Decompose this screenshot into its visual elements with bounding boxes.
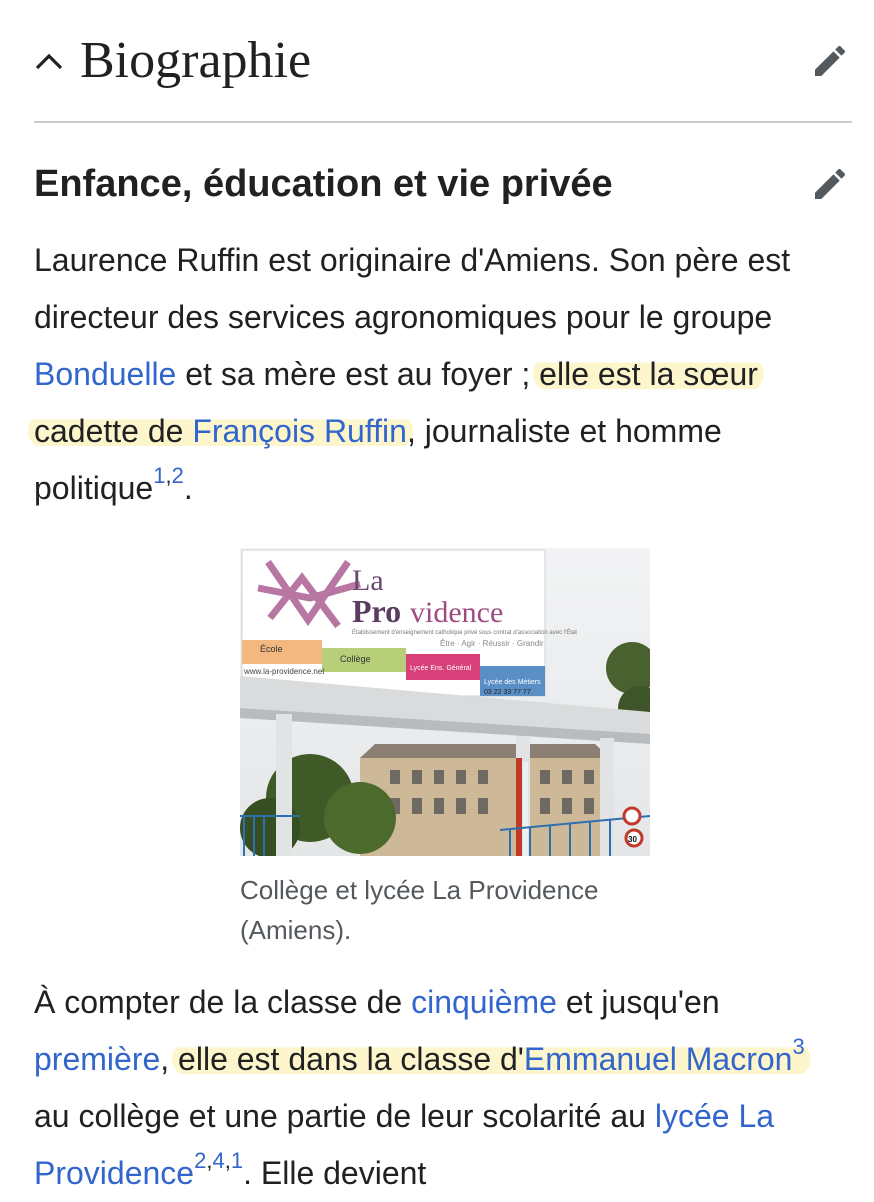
sign-website: www.la-providence.net [243,667,325,676]
school-photo[interactable]: La Pro vidence Établissement d'enseignem… [240,548,650,856]
sign-brand-vidence: vidence [410,596,503,629]
subsection-title: Enfance, éducation et vie privée [34,162,613,205]
sign-tagline: Établissement d'enseignement catholique … [352,629,577,636]
subsection-header: Enfance, éducation et vie privée [34,158,852,210]
sign-college: Collège [340,654,371,664]
reference-link[interactable]: 2 [172,463,184,488]
section-divider [34,121,852,123]
reference-group: 2,4,1 [194,1148,243,1173]
sign-ecole: École [260,644,283,654]
reference-link[interactable]: 1 [153,463,165,488]
paragraph-school: À compter de la classe de cinquième et j… [34,974,846,1202]
sign-lycee-general: Lycée Ens. Général [410,665,472,672]
link-cinquieme[interactable]: cinquième [411,984,557,1020]
section-header[interactable]: Biographie [34,22,852,100]
reference-group: 3 [792,1034,804,1059]
highlighted-text: elle est dans la classe d'Emmanuel Macro… [172,1036,811,1077]
text-run: au collège et une partie de leur scolari… [34,1098,655,1134]
section-title: Biographie [80,32,312,89]
reference-link[interactable]: 2 [194,1148,206,1173]
pencil-icon[interactable] [808,39,852,83]
paragraph-childhood: Laurence Ruffin est originaire d'Amiens.… [28,232,846,517]
text-run: . [183,470,193,506]
sign-phone: 03 22 33 77 77 [484,689,531,696]
text-run: et jusqu'en [556,984,720,1020]
text-run: À compter de la classe de [34,984,412,1020]
reference-group: 1,2 [153,463,184,488]
sign-motto: Être · Agir · Réussir · Grandir [440,639,544,648]
text-run: . Elle devient [243,1155,427,1191]
figure-caption: Collège et lycée La Providence (Amiens). [240,875,599,945]
chevron-up-icon[interactable] [34,41,70,81]
reference-link[interactable]: 3 [792,1034,804,1059]
reference-link[interactable]: 4 [212,1148,224,1173]
speed-sign: 30 [628,835,637,844]
link-francois-ruffin[interactable]: François Ruffin [192,413,407,449]
link-emmanuel-macron[interactable]: Emmanuel Macron [524,1041,793,1077]
link-premiere[interactable]: première [34,1041,160,1077]
text-run: elle est dans la classe d' [178,1041,524,1077]
reference-link[interactable]: 1 [231,1148,243,1173]
text-run: Laurence Ruffin est originaire d'Amiens.… [34,242,791,335]
text-run: et sa mère est au foyer ; [176,356,540,392]
sign-brand-pro: Pro [352,593,401,629]
figure: La Pro vidence Établissement d'enseignem… [240,548,650,950]
link-bonduelle[interactable]: Bonduelle [34,356,176,392]
pencil-icon[interactable] [808,162,852,206]
sign-lycee-metiers: Lycée des Métiers [484,679,541,686]
